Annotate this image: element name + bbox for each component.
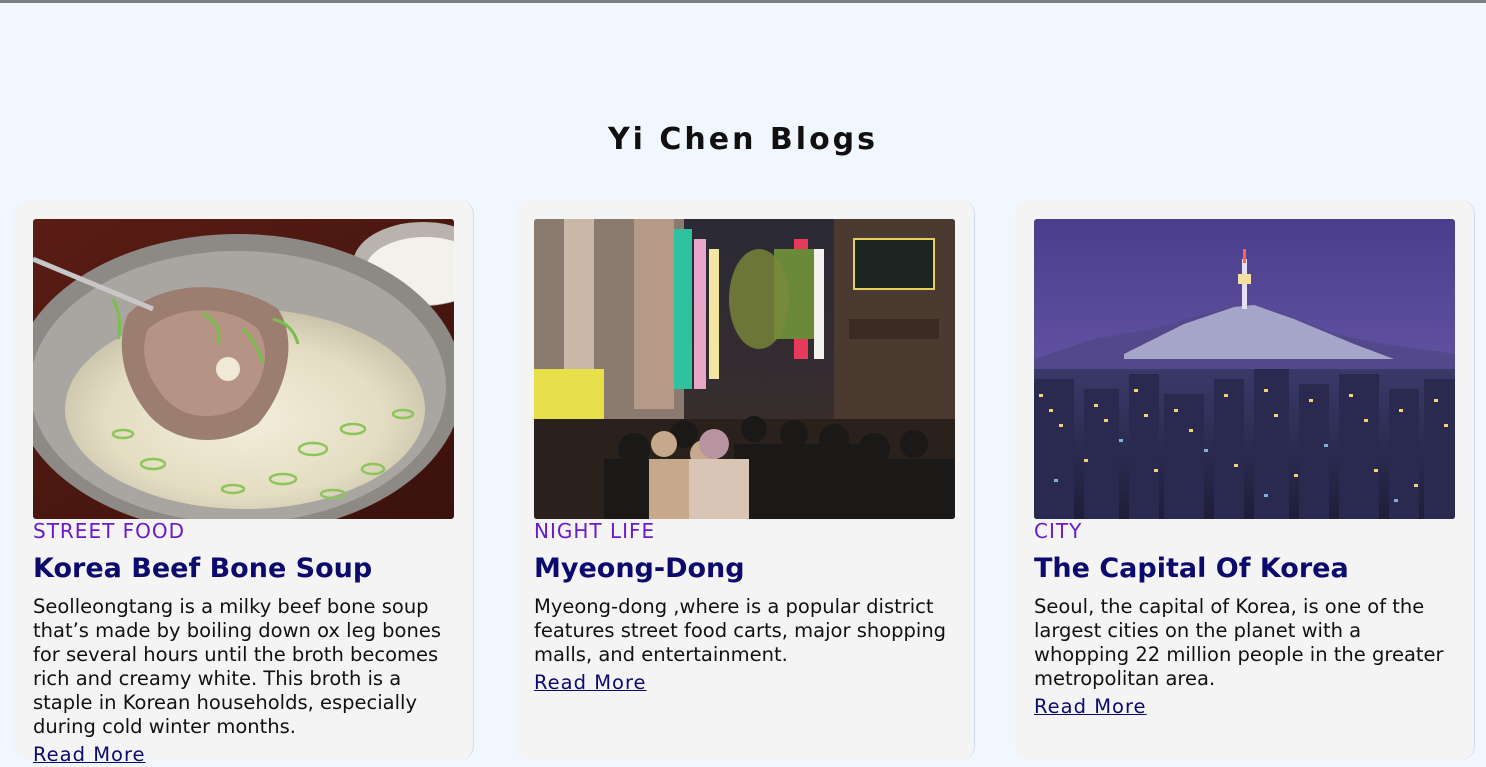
post-title[interactable]: Myeong-Dong [534, 551, 745, 587]
post-excerpt: Seolleongtang is a milky beef bone soup … [33, 595, 453, 767]
post-title[interactable]: The Capital Of Korea [1034, 551, 1349, 587]
blog-card: STREET FOOD Korea Beef Bone Soup Seolleo… [14, 200, 474, 766]
read-more-link[interactable]: Read More [1034, 695, 1147, 719]
post-image[interactable] [534, 219, 955, 519]
top-border [0, 0, 1486, 3]
post-category: NIGHT LIFE [534, 519, 656, 543]
page-title: Yi Chen Blogs [607, 122, 879, 157]
post-excerpt-text: Seolleongtang is a milky beef bone soup … [33, 595, 441, 738]
post-title[interactable]: Korea Beef Bone Soup [33, 551, 372, 587]
post-category: STREET FOOD [33, 519, 186, 543]
post-category: CITY [1034, 519, 1083, 543]
post-image[interactable] [1034, 219, 1455, 519]
post-excerpt-text: Seoul, the capital of Korea, is one of t… [1034, 595, 1444, 690]
post-image[interactable] [33, 219, 454, 519]
blog-card: NIGHT LIFE Myeong-Dong Myeong-dong ,wher… [515, 200, 975, 760]
read-more-link[interactable]: Read More [33, 743, 146, 767]
read-more-link[interactable]: Read More [534, 671, 647, 695]
blog-card: CITY The Capital Of Korea Seoul, the cap… [1015, 200, 1475, 760]
post-excerpt-text: Myeong-dong ,where is a popular district… [534, 595, 947, 666]
post-excerpt: Seoul, the capital of Korea, is one of t… [1034, 595, 1454, 719]
post-excerpt: Myeong-dong ,where is a popular district… [534, 595, 954, 695]
